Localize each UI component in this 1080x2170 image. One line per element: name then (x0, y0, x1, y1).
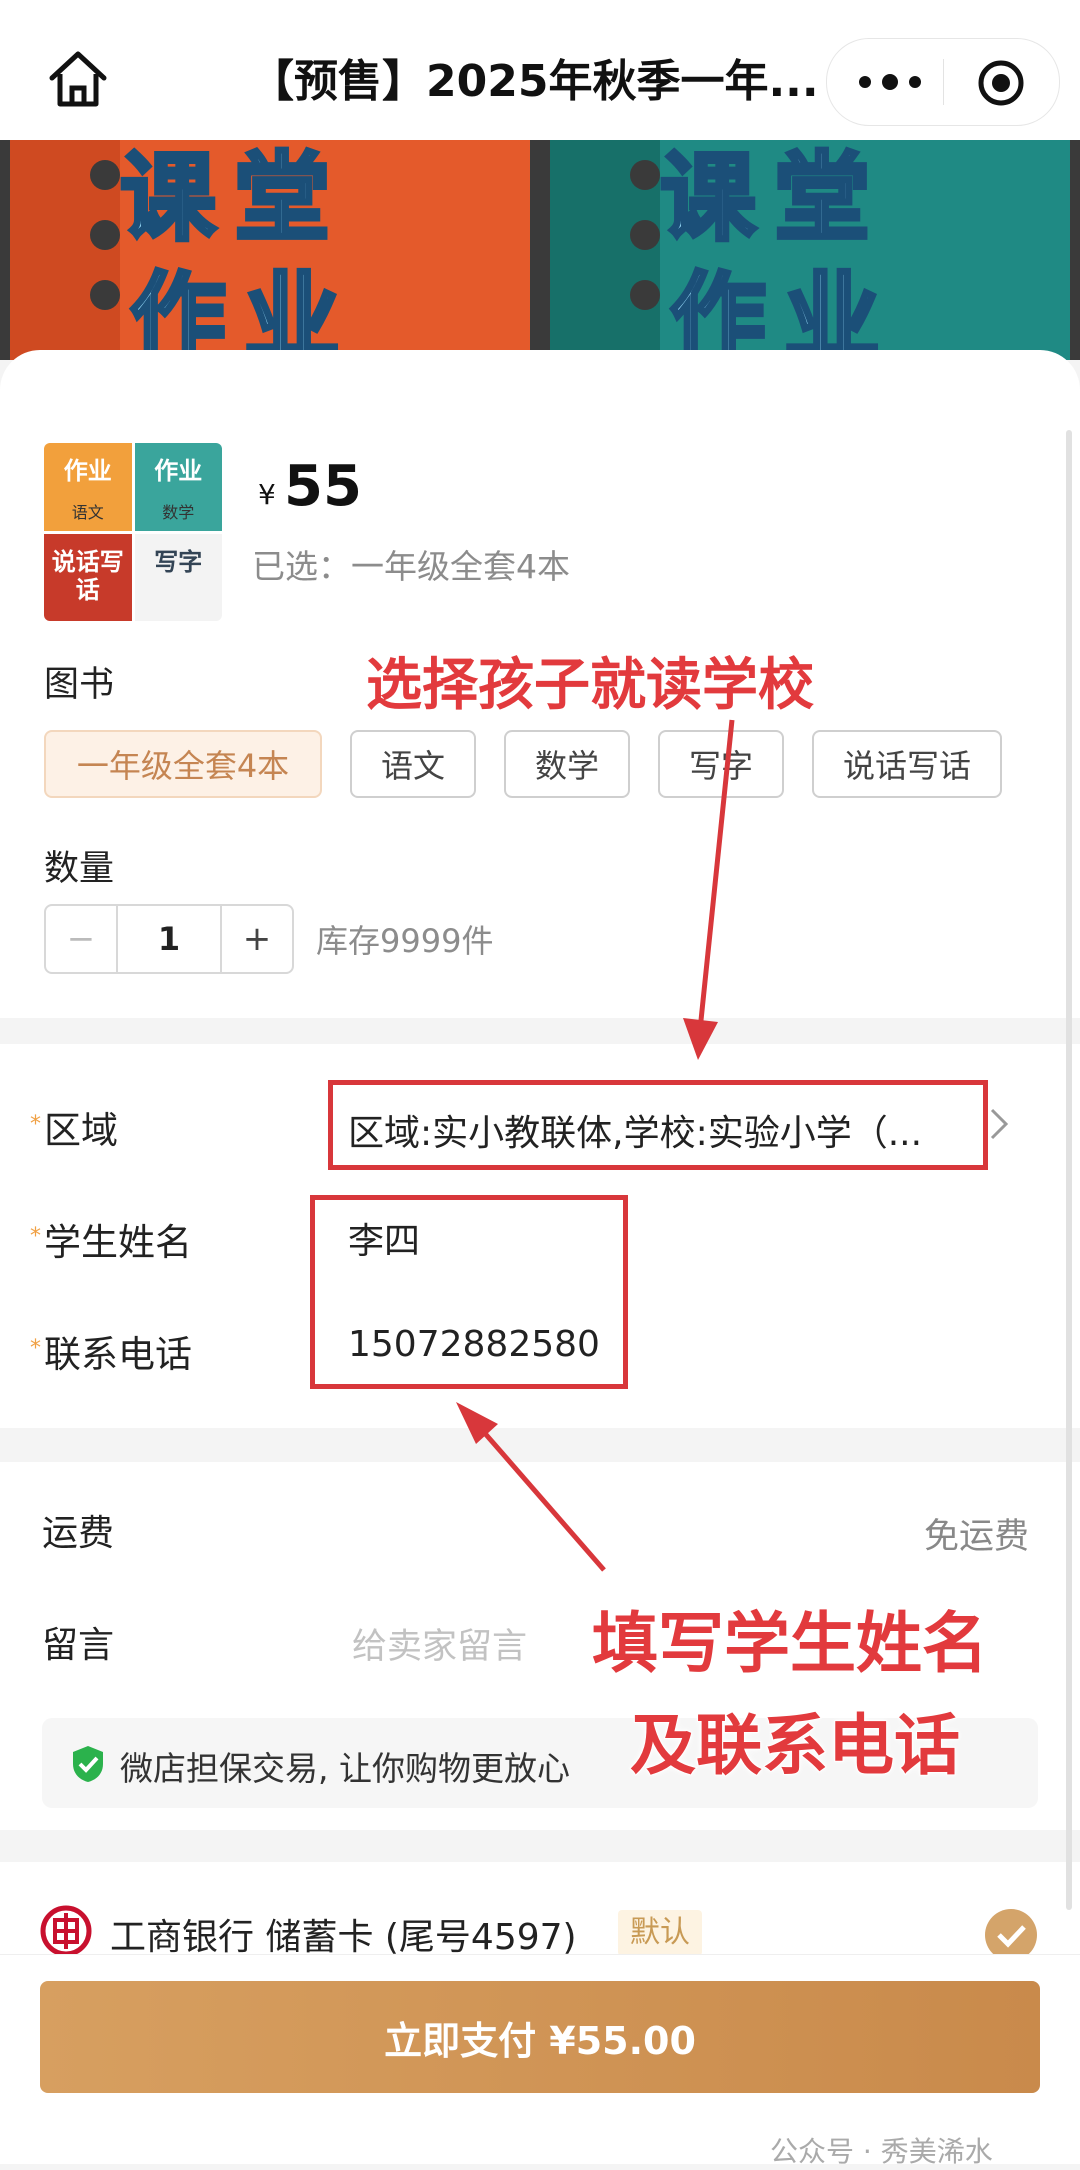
region-label: 区域 (44, 1109, 118, 1152)
banner-image-math: 课堂 作业 (550, 140, 1070, 360)
capsule-divider (943, 59, 944, 105)
guarantee-text: 微店担保交易, 让你购物更放心 (120, 1749, 570, 1788)
section-divider (0, 1830, 1080, 1862)
phone-label: 联系电话 (44, 1333, 192, 1376)
section-divider (0, 1018, 1080, 1044)
currency-symbol: ¥ (258, 478, 276, 511)
banner-image-chinese: 课堂 作业 (10, 140, 530, 360)
annotation-box-name-phone (310, 1195, 628, 1389)
watermark: 公众号 · 秀美浠水 (770, 2135, 993, 2168)
product-thumbnail: 作业 语文 作业 数学 说话写话 写字 (44, 443, 222, 621)
annotation-box-region (328, 1080, 988, 1170)
quantity-stepper: − 1 + (44, 904, 294, 974)
increase-button[interactable]: + (222, 906, 292, 972)
required-mark: * (30, 1224, 41, 1249)
decrease-button[interactable]: − (46, 906, 116, 972)
quantity-label: 数量 (44, 849, 115, 889)
option-chinese[interactable]: 语文 (350, 730, 476, 798)
top-navigation-bar: 【预售】2025年秋季一年... (0, 0, 1080, 140)
page-title: 【预售】2025年秋季一年... (250, 56, 819, 107)
quantity-value[interactable]: 1 (116, 906, 222, 972)
shipping-label: 运费 (42, 1513, 115, 1554)
icbc-bank-icon (40, 1905, 92, 1957)
shipping-value: 免运费 (924, 1517, 1030, 1557)
pay-now-button[interactable]: 立即支付 ¥55.00 (40, 1981, 1040, 2093)
price: 55 (284, 454, 362, 519)
stock-count: 库存9999件 (316, 922, 494, 960)
book-option-label: 图书 (44, 665, 115, 705)
mini-program-capsule (826, 38, 1060, 126)
annotation-select-school: 选择孩子就读学校 (365, 652, 815, 719)
annotation-fill-phone: 及联系电话 (629, 1706, 961, 1785)
home-icon[interactable] (42, 44, 114, 116)
message-input[interactable]: 给卖家留言 (352, 1618, 527, 1669)
required-mark: * (30, 1336, 41, 1361)
target-icon[interactable] (977, 59, 1025, 107)
option-math[interactable]: 数学 (504, 730, 630, 798)
selected-spec: 已选：一年级全套4本 (252, 547, 570, 586)
student-name-label: 学生姓名 (44, 1221, 192, 1264)
chevron-right-icon[interactable] (988, 1106, 1010, 1142)
default-badge: 默认 (618, 1910, 702, 1956)
required-mark: * (30, 1112, 41, 1137)
annotation-fill-name: 填写学生姓名 (591, 1604, 989, 1683)
shield-check-icon (73, 1746, 103, 1782)
option-speaking-writing[interactable]: 说话写话 (812, 730, 1002, 798)
more-dots-icon[interactable] (853, 61, 927, 103)
message-label: 留言 (42, 1625, 115, 1666)
product-banner: 课堂 作业 课堂 作业 (0, 140, 1080, 360)
section-divider (0, 1428, 1080, 1462)
option-writing[interactable]: 写字 (658, 730, 784, 798)
option-full-set[interactable]: 一年级全套4本 (44, 730, 322, 798)
bank-card-name[interactable]: 工商银行 储蓄卡 (尾号4597) (110, 1908, 577, 1960)
scrollbar[interactable] (1066, 430, 1072, 1910)
